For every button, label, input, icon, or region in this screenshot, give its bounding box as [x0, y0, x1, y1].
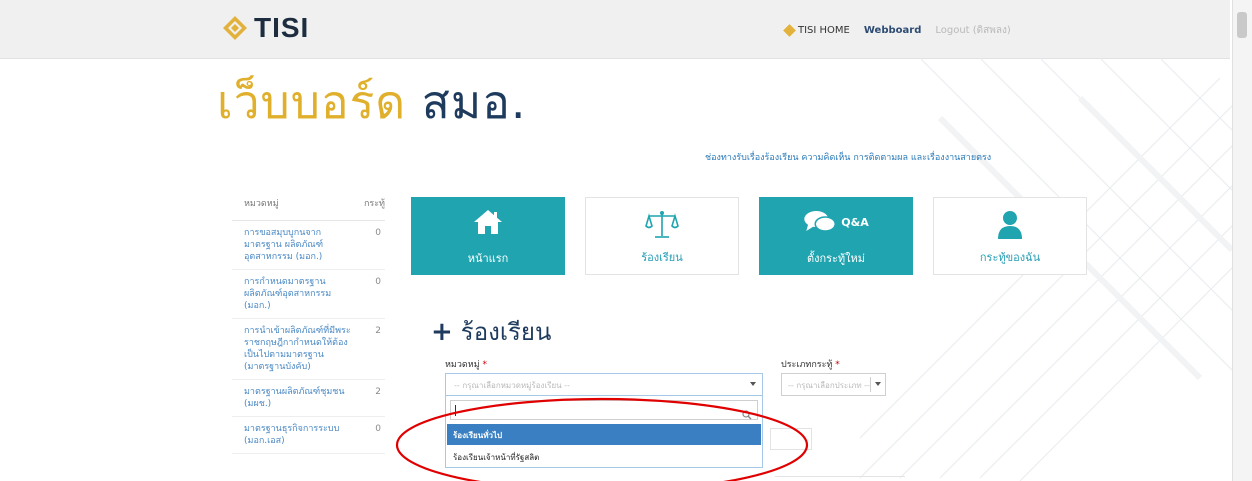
tile-home-label: หน้าแรก — [467, 252, 509, 265]
faded-field — [770, 428, 812, 450]
type-select-placeholder: -- กรุณาเลือกประเภท -- — [788, 381, 870, 390]
sidebar-item-label[interactable]: มาตรฐานผลิตภัณฑ์ชุมชน (มผช.) — [244, 386, 356, 410]
plus-icon: + — [431, 316, 453, 347]
scroll-thumb[interactable] — [1237, 12, 1247, 38]
type-label: ประเภทกระทู้ * — [781, 357, 840, 371]
scales-icon — [645, 210, 679, 244]
sidebar-item-count: 2 — [375, 387, 381, 397]
top-nav: TISI HOME Webboard Logout (ดิสพลง) — [783, 23, 1011, 38]
qa-badge: Q&A — [841, 215, 869, 229]
home-icon — [473, 209, 503, 239]
top-links[interactable]: ช่องทางรับเรื่องร้องเรียน ความคิดเห็น กา… — [705, 150, 991, 164]
nav-tiles: หน้าแรก ร้องเรียน Q&A ตั้งกระทู้ใหม่ กระ… — [411, 197, 1087, 275]
sidebar-header-count: กระทู้ — [363, 199, 385, 209]
sidebar-item[interactable]: มาตรฐานธุรกิจการระบบ (มอก.เอส) 0 — [232, 417, 385, 454]
category-label: หมวดหมู่ * — [445, 357, 487, 371]
sidebar-item-count: 0 — [375, 277, 381, 287]
tile-complaint-label: ร้องเรียน — [641, 251, 683, 264]
top-bar — [0, 0, 1230, 59]
sidebar-item-count: 0 — [375, 228, 381, 238]
nav-webboard[interactable]: Webboard — [864, 25, 921, 36]
dropdown-search-input[interactable] — [450, 400, 758, 420]
category-sidebar: หมวดหมู่ กระทู้ การขอสมุบบูกนจากมาตรฐาน … — [232, 192, 385, 454]
tile-new-topic[interactable]: Q&A ตั้งกระทู้ใหม่ — [759, 197, 913, 275]
select-divider — [870, 377, 871, 392]
page-title-part2: สมอ. — [421, 75, 527, 129]
chevron-down-icon — [750, 382, 756, 386]
dropdown-option-officer[interactable]: ร้องเรียนเจ้าหน้าที่รัฐสลิต — [447, 446, 761, 467]
sidebar-item-label[interactable]: มาตรฐานธุรกิจการระบบ (มอก.เอส) — [244, 423, 356, 447]
diamond-icon — [783, 24, 796, 37]
nav-logout[interactable]: Logout (ดิสพลง) — [935, 23, 1010, 38]
page-title-part1: เว็บบอร์ด — [217, 75, 407, 129]
logo-diamond-icon — [222, 15, 248, 41]
tile-complaint[interactable]: ร้องเรียน — [585, 197, 739, 275]
type-select[interactable]: -- กรุณาเลือกประเภท -- — [781, 373, 886, 396]
tile-my-topics-label: กระทู้ของฉัน — [979, 251, 1041, 264]
sidebar-item[interactable]: การนำเข้าผลิตภัณฑ์ที่มีพระ ราชกฤษฎีกากำห… — [232, 319, 385, 380]
user-icon — [996, 210, 1024, 244]
sidebar-item[interactable]: การขอสมุบบูกนจากมาตรฐาน ผลิตภัณฑ์อุตสาหก… — [232, 221, 385, 270]
tile-my-topics[interactable]: กระทู้ของฉัน — [933, 197, 1087, 275]
page-title: เว็บบอร์ด สมอ. — [217, 66, 526, 139]
sidebar-header: หมวดหมู่ กระทู้ — [232, 192, 385, 221]
chevron-down-icon — [875, 382, 881, 386]
type-label-text: ประเภทกระทู้ — [781, 360, 833, 370]
chat-icon: Q&A — [803, 209, 869, 235]
faded-divider — [775, 476, 905, 477]
logo-text: TISI — [254, 12, 310, 43]
sidebar-item-label[interactable]: การขอสมุบบูกนจากมาตรฐาน ผลิตภัณฑ์อุตสาหก… — [244, 227, 356, 263]
required-mark: * — [835, 360, 840, 370]
category-label-text: หมวดหมู่ — [445, 360, 480, 370]
search-icon — [742, 405, 752, 424]
sidebar-item-count: 2 — [375, 326, 381, 336]
category-select[interactable]: -- กรุณาเลือกหมวดหมู่ร้องเรียน -- — [445, 373, 763, 396]
required-mark: * — [482, 360, 488, 370]
sidebar-item[interactable]: การกำหนดมาตรฐาน ผลิตภัณฑ์อุตสาหกรรม (มอก… — [232, 270, 385, 319]
sidebar-header-label: หมวดหมู่ — [244, 199, 279, 209]
sidebar-item[interactable]: มาตรฐานผลิตภัณฑ์ชุมชน (มผช.) 2 — [232, 380, 385, 417]
sidebar-item-label[interactable]: การนำเข้าผลิตภัณฑ์ที่มีพระ ราชกฤษฎีกากำห… — [244, 325, 356, 373]
nav-tisi-home[interactable]: TISI HOME — [783, 24, 850, 37]
sidebar-item-count: 0 — [375, 424, 381, 434]
category-dropdown: ร้องเรียนทั่วไป ร้องเรียนเจ้าหน้าที่รัฐส… — [445, 396, 763, 468]
dropdown-option-general[interactable]: ร้องเรียนทั่วไป — [447, 424, 761, 445]
sidebar-item-label[interactable]: การกำหนดมาตรฐาน ผลิตภัณฑ์อุตสาหกรรม (มอก… — [244, 276, 356, 312]
scrollbar[interactable] — [1232, 0, 1252, 481]
category-select-placeholder: -- กรุณาเลือกหมวดหมู่ร้องเรียน -- — [454, 381, 570, 390]
tile-home[interactable]: หน้าแรก — [411, 197, 565, 275]
tile-new-topic-label: ตั้งกระทู้ใหม่ — [806, 252, 866, 265]
text-cursor — [455, 405, 456, 416]
tisi-logo[interactable]: TISI — [222, 11, 309, 45]
nav-home-label: TISI HOME — [798, 25, 850, 36]
